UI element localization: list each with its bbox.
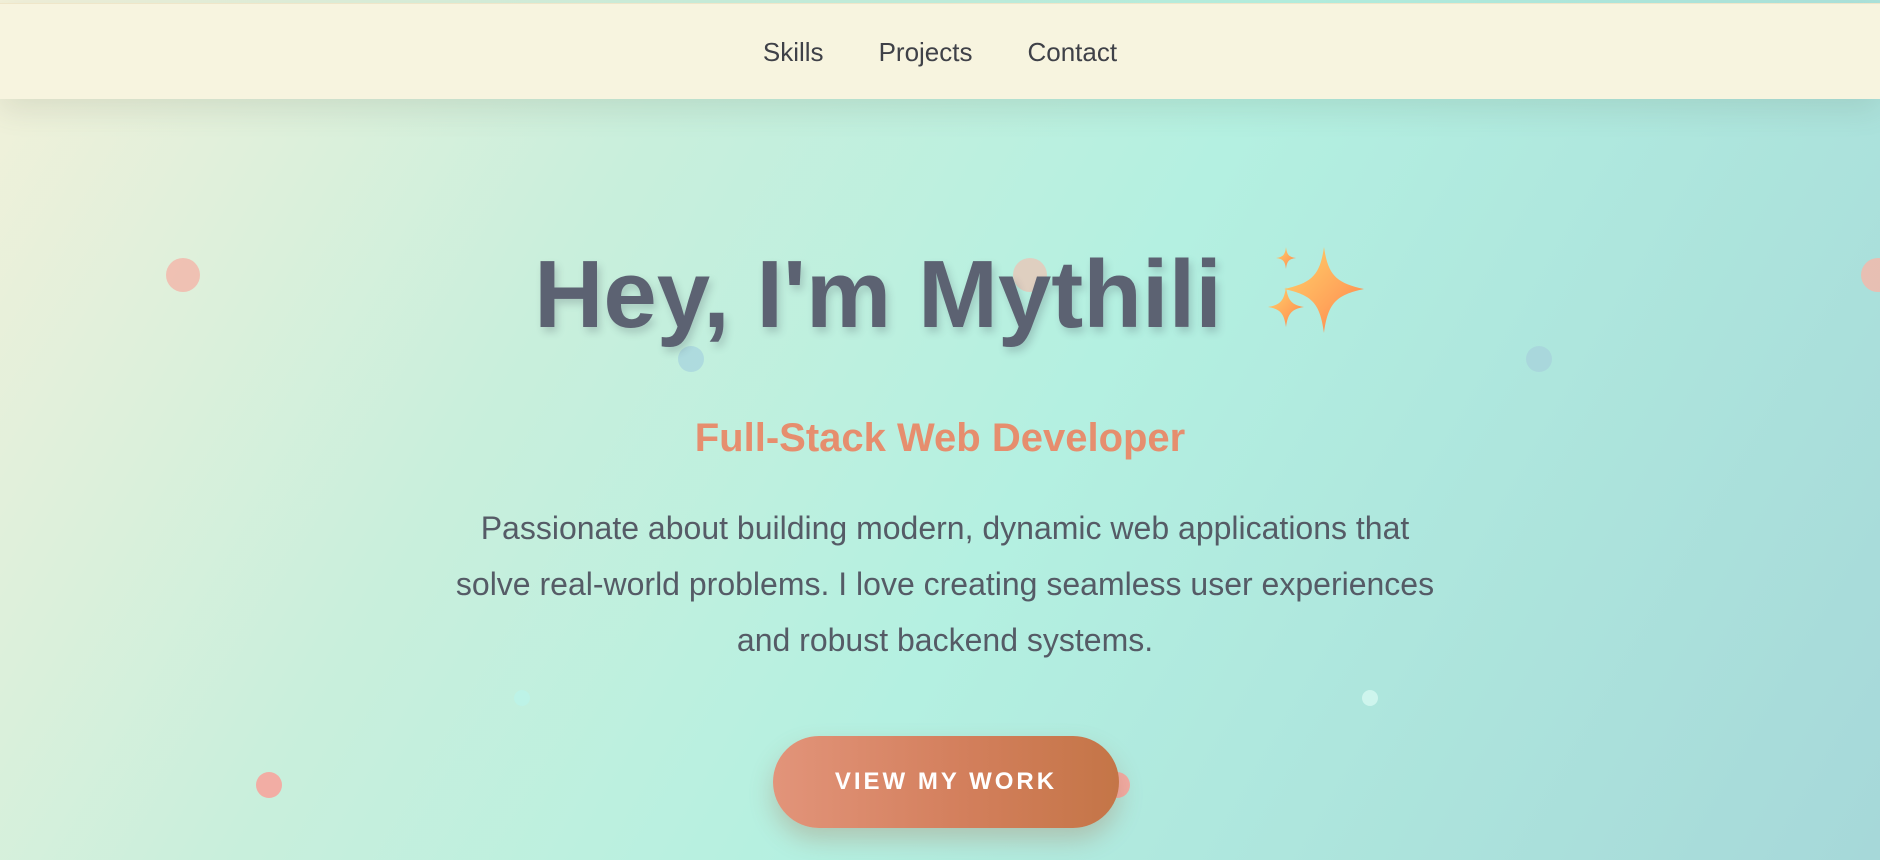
view-my-work-button[interactable]: VIEW MY WORK [773,736,1119,828]
nav-link-skills[interactable]: Skills [763,39,824,65]
hero-section: Skills Projects Contact Hey, I'm Mythili… [0,0,1880,860]
hero-title-row: Hey, I'm Mythili [0,245,1880,345]
decorative-dot [678,346,704,372]
decorative-dot [514,690,530,706]
decorative-dot [256,772,282,798]
decorative-dot [1526,346,1552,372]
hero-description: Passionate about building modern, dynami… [455,510,1435,658]
top-navbar: Skills Projects Contact [0,3,1880,99]
sparkles-icon [1267,247,1364,333]
hero-title: Hey, I'm Mythili [534,241,1222,348]
decorative-dot [1362,690,1378,706]
nav-link-contact[interactable]: Contact [1027,39,1117,65]
nav-link-projects[interactable]: Projects [879,39,973,65]
hero-subtitle: Full-Stack Web Developer [694,416,1186,460]
